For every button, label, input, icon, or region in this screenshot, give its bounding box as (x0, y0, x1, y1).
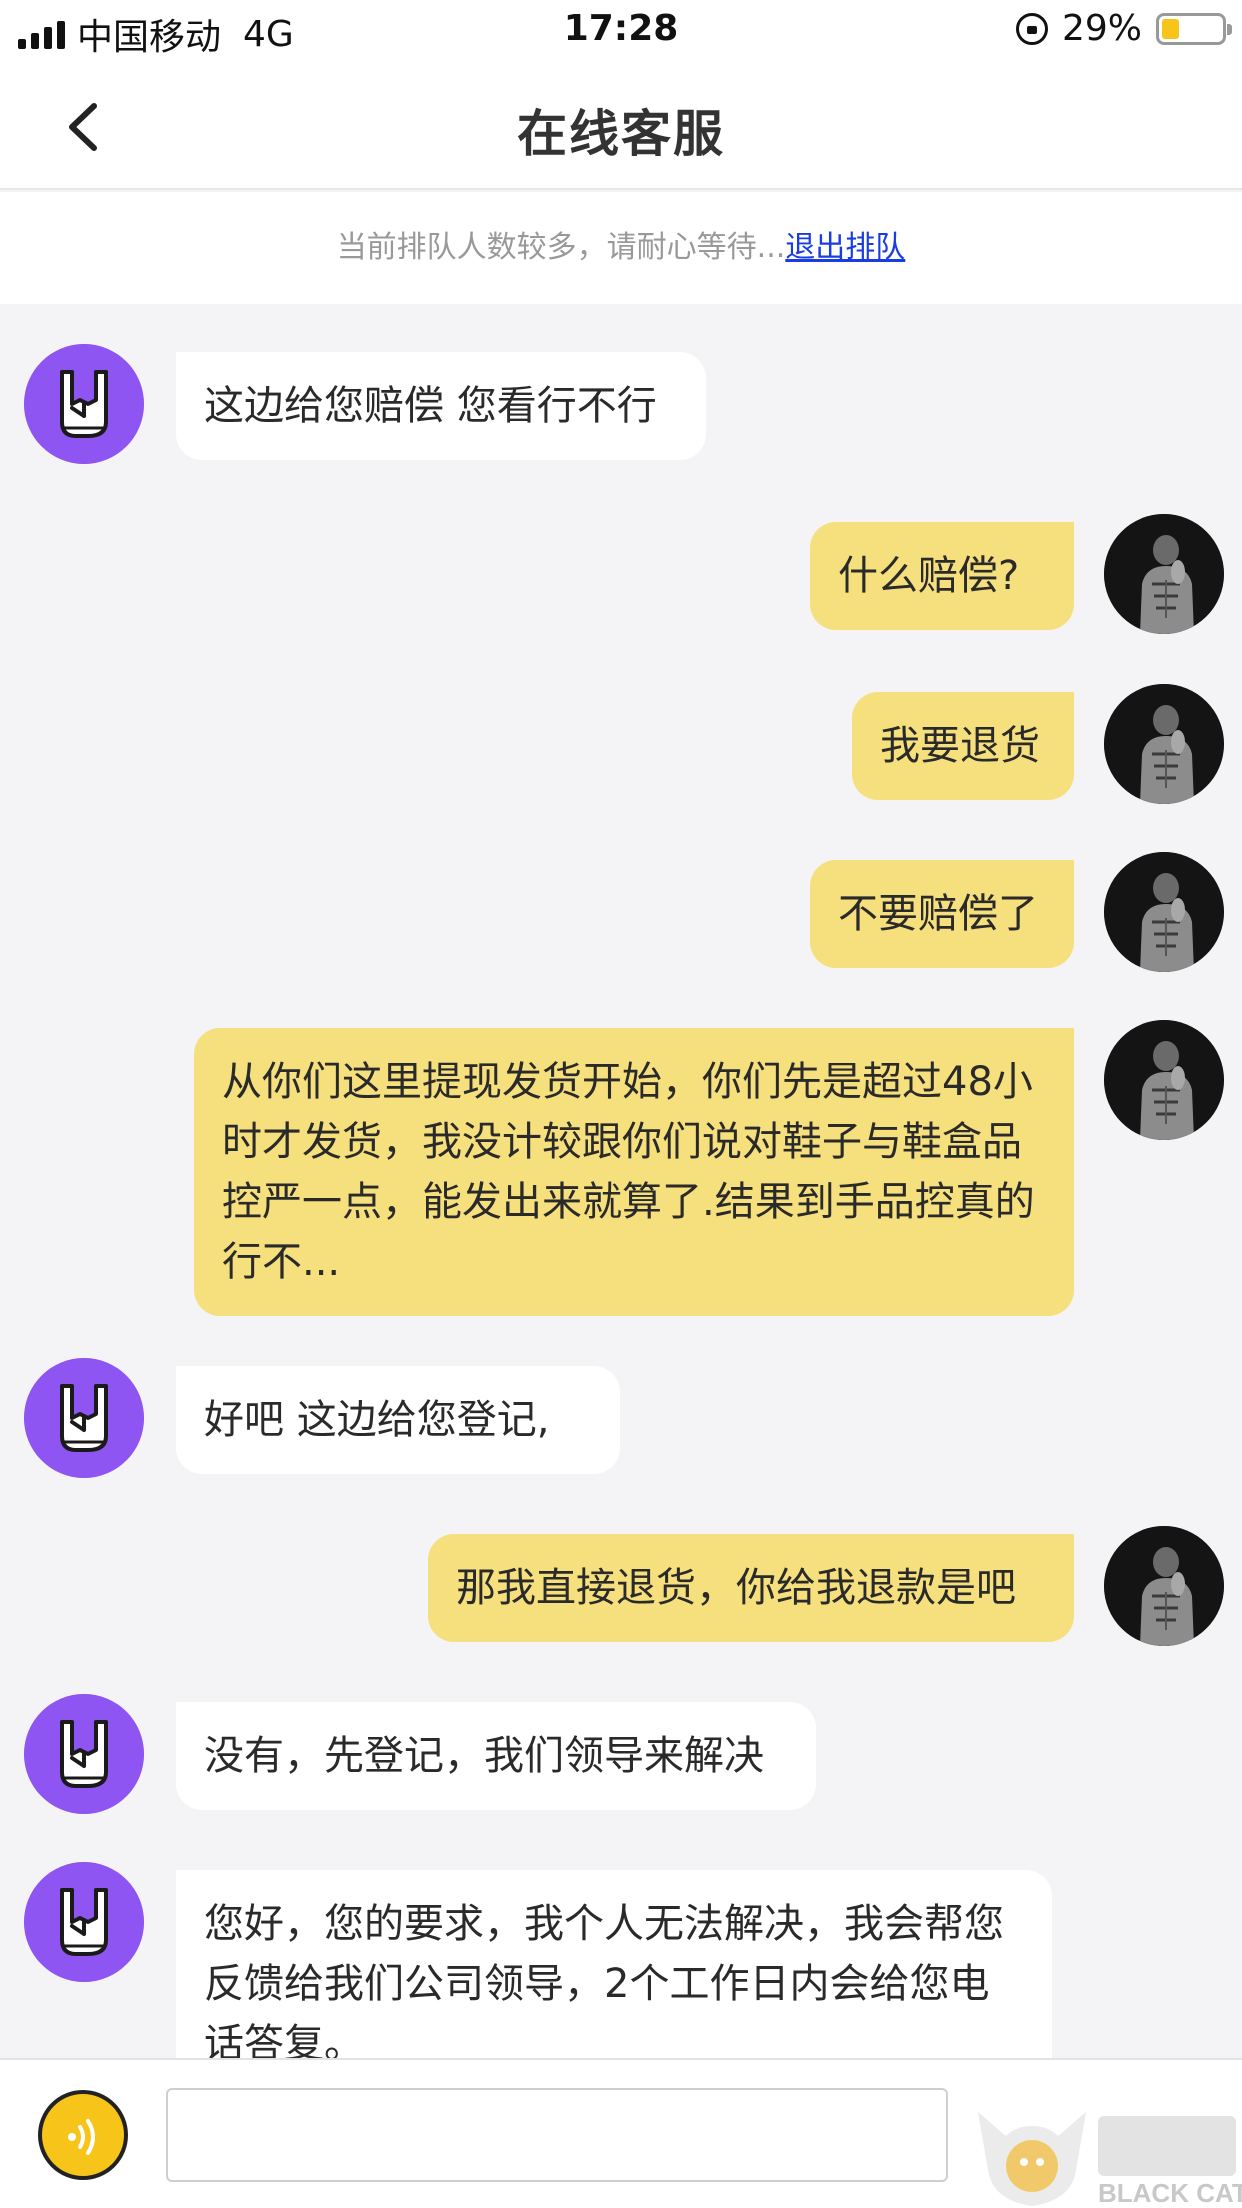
message-bubble[interactable]: 我要退货 (852, 692, 1074, 800)
rock-hand-icon (24, 344, 144, 464)
message-bubble[interactable]: 没有，先登记，我们领导来解决 (176, 1702, 816, 1810)
user-avatar[interactable] (1104, 514, 1224, 634)
rock-hand-icon (24, 1358, 144, 1478)
nav-bar: 在线客服 (0, 64, 1242, 190)
message-input[interactable] (166, 2088, 948, 2182)
black-cat-watermark: BLACK CAT (978, 2112, 1242, 2208)
rock-hand-icon (24, 1694, 144, 1814)
agent-avatar[interactable] (24, 344, 144, 464)
user-photo-avatar (1104, 1526, 1224, 1646)
agent-avatar[interactable] (24, 1694, 144, 1814)
message-bubble[interactable]: 从你们这里提现发货开始，你们先是超过48小时才发货，我没计较跟你们说对鞋子与鞋盒… (194, 1028, 1074, 1316)
agent-avatar[interactable] (24, 1358, 144, 1478)
message-bubble[interactable]: 什么赔偿? (810, 522, 1074, 630)
user-photo-avatar (1104, 1020, 1224, 1140)
battery-icon (1156, 12, 1232, 45)
voice-icon (68, 2119, 95, 2155)
user-photo-avatar (1104, 852, 1224, 972)
status-right: 29% (1015, 8, 1232, 49)
user-photo-avatar (1104, 514, 1224, 634)
message-list: 这边给您赔偿 您看行不行 什么赔偿? 我要退货 不要赔偿了 从你们这里提现发货开… (0, 304, 1242, 2058)
user-avatar[interactable] (1104, 1020, 1224, 1140)
message-bubble[interactable]: 好吧 这边给您登记, (176, 1366, 620, 1474)
message-bubble[interactable]: 不要赔偿了 (810, 860, 1074, 968)
message-bubble[interactable]: 那我直接退货，你给我退款是吧 (428, 1534, 1074, 1642)
rock-hand-icon (24, 1862, 144, 1982)
user-avatar[interactable] (1104, 1526, 1224, 1646)
input-bar: BLACK CAT (0, 2058, 1242, 2208)
orientation-lock-icon (1015, 12, 1048, 45)
message-bubble[interactable]: 您好，您的要求，我个人无法解决，我会帮您反馈给我们公司领导，2个工作日内会给您电… (176, 1870, 1052, 2058)
chat-screen: 中国移动 4G 17:28 29% 在线客服 当前排队人数较多，请耐心等待...… (0, 0, 1242, 2208)
battery-percent: 29% (1061, 8, 1142, 49)
status-bar: 中国移动 4G 17:28 29% (0, 0, 1242, 64)
voice-button[interactable] (38, 2090, 128, 2180)
user-photo-avatar (1104, 684, 1224, 804)
page-title: 在线客服 (517, 105, 725, 163)
queue-notice-text: 当前排队人数较多，请耐心等待... (336, 230, 786, 265)
queue-notice: 当前排队人数较多，请耐心等待...退出排队 (0, 192, 1242, 304)
watermark-text: BLACK CAT (1098, 2178, 1242, 2208)
message-bubble[interactable]: 这边给您赔偿 您看行不行 (176, 352, 706, 460)
agent-avatar[interactable] (24, 1862, 144, 1982)
user-avatar[interactable] (1104, 684, 1224, 804)
user-avatar[interactable] (1104, 852, 1224, 972)
exit-queue-link[interactable]: 退出排队 (785, 230, 905, 265)
